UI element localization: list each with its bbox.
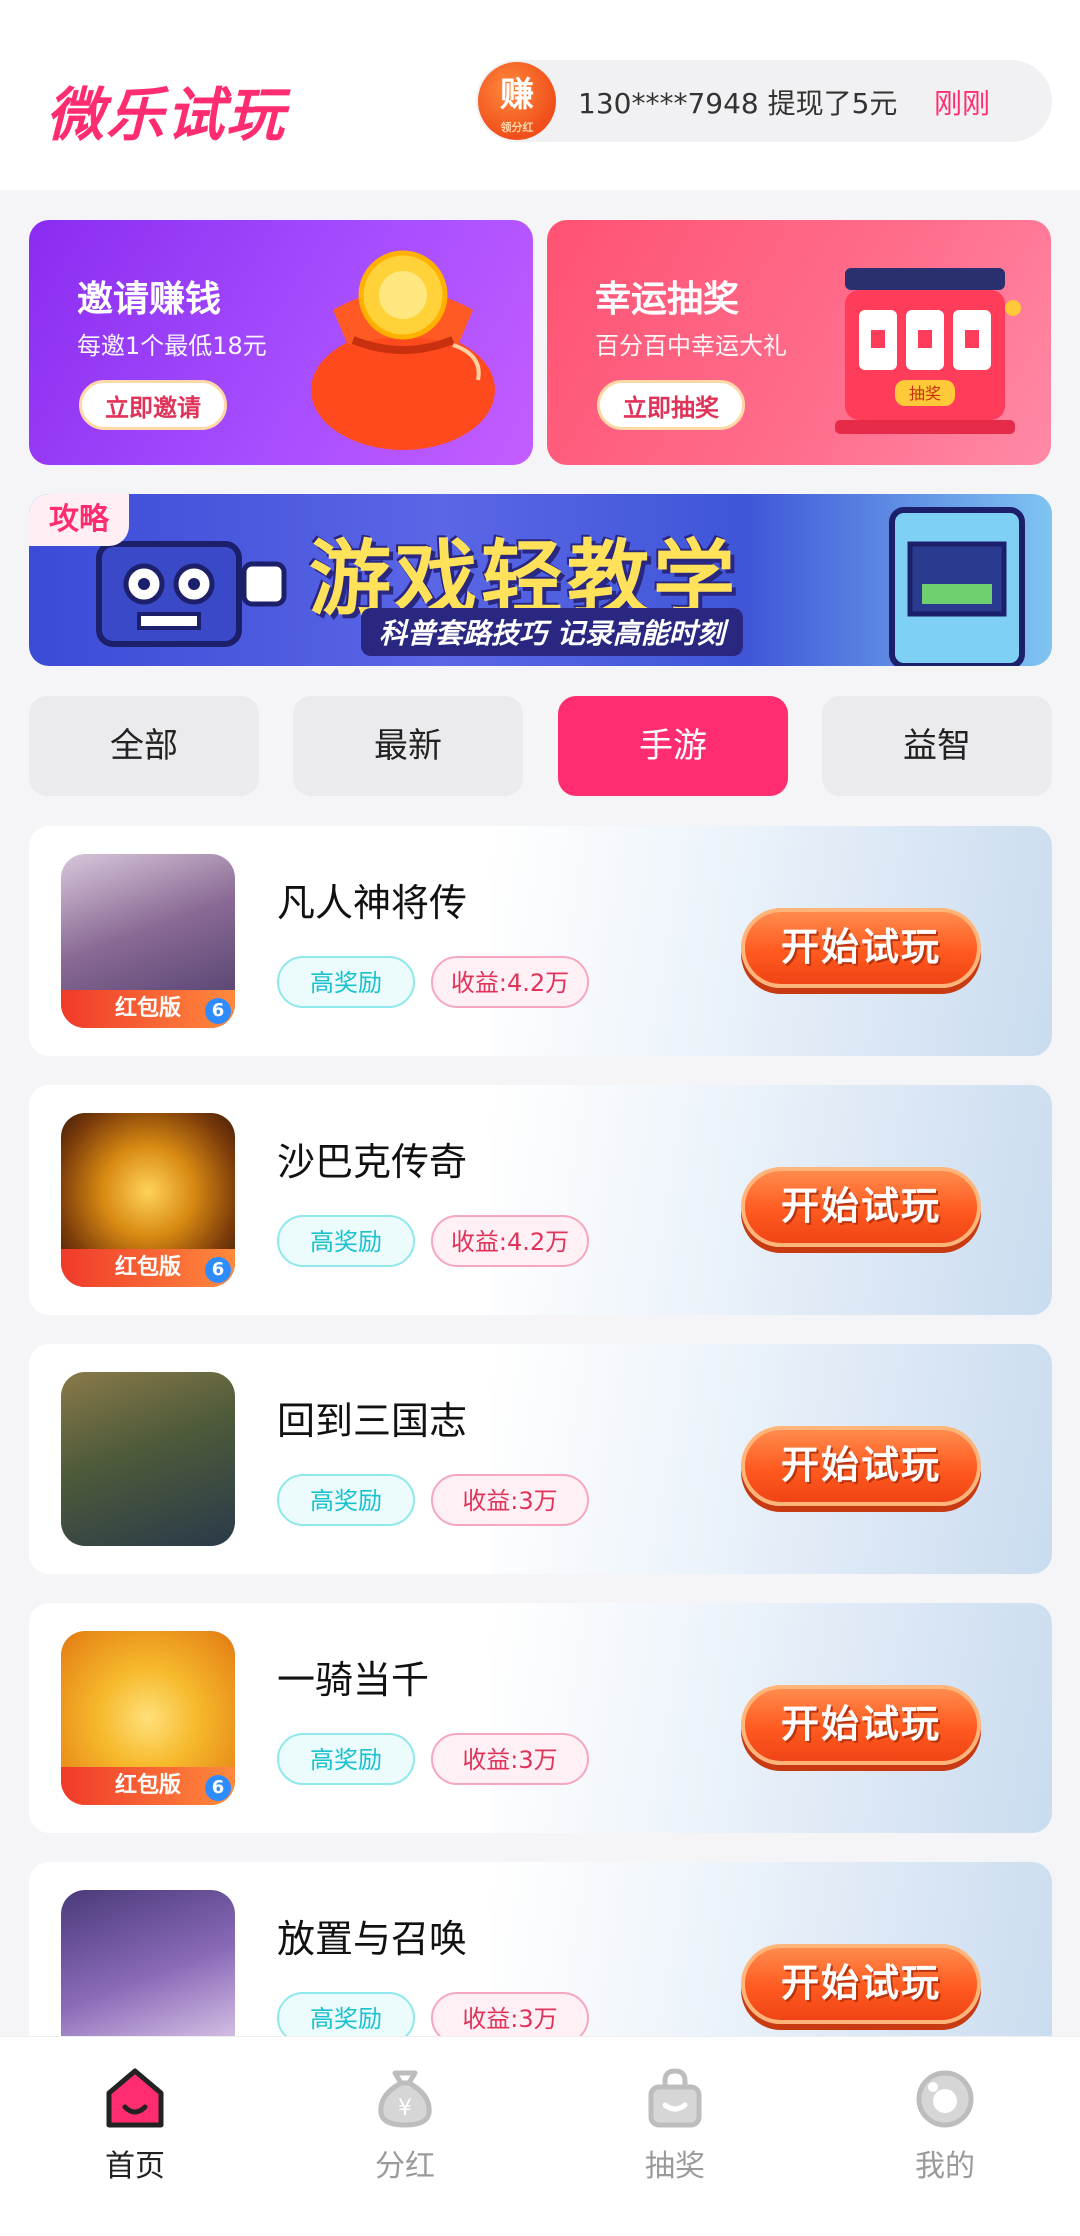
nav-profile-label: 我的: [915, 2149, 975, 2184]
earn-badge-icon: 赚 领分红: [478, 62, 556, 140]
earn-badge-main: 赚: [500, 75, 534, 115]
game-icon: [61, 1372, 235, 1546]
start-play-button[interactable]: 开始试玩: [741, 908, 981, 988]
list-item[interactable]: 红包版 一骑当千 高奖励 收益:3万 开始试玩: [29, 1603, 1052, 1833]
tab-puzzle[interactable]: 益智: [822, 696, 1052, 796]
lottery-button[interactable]: 立即抽奖: [597, 380, 745, 430]
money-bag-icon: ¥: [378, 2070, 432, 2128]
nav-lottery[interactable]: 抽奖: [595, 2067, 755, 2185]
header: 微乐试玩 赚 领分红 130****7948 提现了5元 刚刚: [0, 0, 1080, 190]
bottom-navigation: 首页 ¥ 分红 抽奖 我的: [0, 2036, 1080, 2236]
start-play-button[interactable]: 开始试玩: [741, 1426, 981, 1506]
high-reward-tag: 高奖励: [277, 1733, 415, 1785]
tab-all[interactable]: 全部: [29, 696, 259, 796]
start-play-button[interactable]: 开始试玩: [741, 1167, 981, 1247]
arcade-machine-illustration: [889, 507, 1025, 666]
high-reward-tag: 高奖励: [277, 1474, 415, 1526]
category-tabs: 全部 最新 手游 益智: [29, 696, 1052, 796]
lottery-subtitle: 百分百中幸运大礼: [595, 332, 787, 360]
tab-newest[interactable]: 最新: [293, 696, 523, 796]
nav-dividends-label: 分红: [375, 2149, 435, 2184]
invite-button[interactable]: 立即邀请: [79, 380, 227, 430]
svg-text:¥: ¥: [398, 2096, 412, 2121]
page: 微乐试玩 赚 领分红 130****7948 提现了5元 刚刚 邀请赚钱 每邀1…: [0, 0, 1080, 2236]
lottery-promo-card[interactable]: 幸运抽奖 百分百中幸运大礼 立即抽奖 抽奖: [547, 220, 1051, 465]
game-name: 沙巴克传奇: [277, 1140, 468, 1184]
income-tag: 收益:3万: [431, 1474, 589, 1526]
invite-title: 邀请赚钱: [77, 279, 222, 320]
app-logo: 微乐试玩: [46, 81, 287, 149]
ticker-time: 刚刚: [934, 87, 991, 120]
robot-illustration: [96, 541, 287, 647]
list-item[interactable]: 红包版 凡人神将传 高奖励 收益:4.2万 开始试玩: [29, 826, 1052, 1056]
invite-promo-card[interactable]: 邀请赚钱 每邀1个最低18元 立即邀请: [29, 220, 533, 465]
profile-icon: [916, 2070, 974, 2128]
nav-profile[interactable]: 我的: [865, 2067, 1025, 2185]
game-name: 凡人神将传: [277, 881, 468, 925]
nav-dividends[interactable]: ¥ 分红: [325, 2067, 485, 2185]
nav-home-label: 首页: [105, 2149, 165, 2184]
income-tag: 收益:4.2万: [431, 1215, 589, 1267]
game-icon: 红包版: [61, 854, 235, 1028]
game-name: 回到三国志: [277, 1399, 468, 1443]
game-icon: 红包版: [61, 1631, 235, 1805]
guide-tag: 攻略: [29, 494, 129, 546]
slot-machine-illustration: 抽奖: [835, 268, 1021, 434]
invite-subtitle: 每邀1个最低18元: [77, 332, 267, 360]
red-packet-badge: 红包版: [61, 1767, 235, 1805]
money-bag-illustration: [311, 250, 495, 450]
list-item[interactable]: 回到三国志 高奖励 收益:3万 开始试玩: [29, 1344, 1052, 1574]
nav-lottery-label: 抽奖: [645, 2149, 705, 2184]
game-name: 一骑当千: [277, 1658, 430, 1702]
withdraw-ticker[interactable]: 赚 领分红 130****7948 提现了5元 刚刚: [476, 60, 1052, 142]
high-reward-tag: 高奖励: [277, 956, 415, 1008]
red-packet-badge: 红包版: [61, 1249, 235, 1287]
start-play-button[interactable]: 开始试玩: [741, 1685, 981, 1765]
game-guide-banner[interactable]: 攻略 游戏轻教学 科普套路技巧 记录高能时刻: [29, 494, 1052, 666]
slot-machine-label: 抽奖: [909, 384, 941, 403]
list-item[interactable]: 红包版 沙巴克传奇 高奖励 收益:4.2万 开始试玩: [29, 1085, 1052, 1315]
start-play-button[interactable]: 开始试玩: [741, 1944, 981, 2024]
red-packet-badge: 红包版: [61, 990, 235, 1028]
game-icon: 红包版: [61, 1113, 235, 1287]
tab-mobile-games[interactable]: 手游: [558, 696, 788, 796]
shopping-bag-icon: [648, 2068, 702, 2128]
guide-subtitle: 科普套路技巧 记录高能时刻: [361, 608, 743, 656]
game-name: 放置与召唤: [277, 1917, 468, 1961]
home-icon: [106, 2068, 164, 2128]
income-tag: 收益:4.2万: [431, 956, 589, 1008]
earn-badge-sub: 领分红: [500, 121, 534, 134]
income-tag: 收益:3万: [431, 1733, 589, 1785]
lottery-title: 幸运抽奖: [595, 279, 740, 320]
high-reward-tag: 高奖励: [277, 1215, 415, 1267]
nav-home[interactable]: 首页: [55, 2067, 215, 2185]
ticker-message: 130****7948 提现了5元: [578, 87, 898, 120]
